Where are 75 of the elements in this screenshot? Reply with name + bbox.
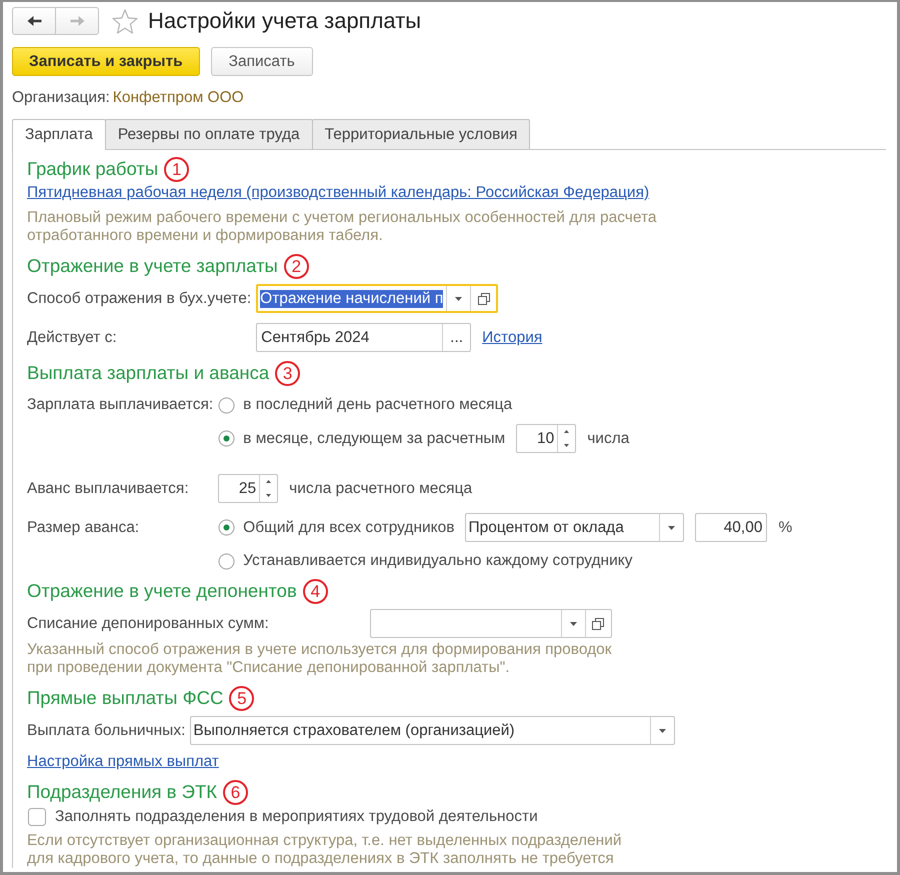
radio-label[interactable]: Общий для всех сотрудников	[243, 518, 454, 536]
radio-button[interactable]	[218, 396, 236, 414]
section-heading: Прямые выплаты ФСС	[27, 686, 224, 710]
field-label: Организация:	[12, 89, 110, 106]
period-field[interactable]: Сентябрь 2024 ...	[256, 323, 472, 352]
arrow-left-icon	[26, 15, 42, 27]
checkbox[interactable]	[28, 808, 46, 826]
link[interactable]: Пятидневная рабочая неделя (производственный календарь: Российская Федерация)	[27, 184, 650, 202]
hint-text: Указанный способ отражения в учете используется для формирования проводок при проведении документа "Списание депонированной зарплаты".	[27, 641, 612, 677]
field-value: 10	[536, 428, 556, 448]
dropdown-field[interactable]: Отражение начислений п	[256, 284, 498, 313]
link[interactable]: Настройка прямых выплат	[27, 753, 219, 771]
dropdown-field[interactable]: Процентом от оклада	[465, 513, 684, 542]
tab[interactable]: Территориальные условия	[312, 119, 530, 149]
overlapping-squares-icon	[478, 292, 490, 304]
dropdown-field[interactable]: Выполняется страхователем (организацией)	[190, 716, 676, 745]
radio-button[interactable]	[218, 430, 236, 447]
unit-label: %	[778, 518, 792, 536]
caret-up-icon	[564, 430, 570, 434]
hint-text: Если отсутствует организационная структура, т.е. нет выделенных подразделений для кадрового учета, то данные о подразделениях в ЭТК заполнять не требуется	[27, 832, 622, 868]
number-field[interactable]: 25	[218, 474, 278, 503]
field-value: 25	[238, 478, 258, 498]
checkbox-label[interactable]: Заполнять подразделения в мероприятиях трудовой деятельности	[55, 808, 538, 826]
caret-down-icon	[570, 622, 577, 626]
save-button[interactable]: Записать	[210, 47, 313, 76]
arrow-right-icon	[70, 15, 84, 27]
field-value: Выполняется страхователем (организацией)	[193, 722, 515, 740]
caret-down-icon	[455, 296, 462, 300]
number-marker: 4	[302, 578, 328, 604]
organization-name: Конфетпром ООО	[112, 89, 244, 106]
link[interactable]: История	[482, 328, 542, 346]
section-heading: Отражение в учете депонентов	[27, 579, 297, 603]
number-field[interactable]: 40,00	[695, 513, 768, 542]
number-marker: 6	[223, 780, 248, 804]
number-marker: 5	[229, 686, 254, 710]
choice-button[interactable]: ...	[442, 324, 470, 351]
section-heading: Отражение в учете зарплаты	[27, 254, 278, 278]
star-icon[interactable]	[112, 8, 138, 34]
hint-text: Плановый режим рабочего времени с учетом региональных особенностей для расчета отработанного времени и формирования табеля.	[27, 209, 657, 245]
dropdown-field[interactable]	[370, 609, 612, 638]
field-label: Выплата больничных:	[27, 722, 186, 740]
caret-down-icon	[668, 526, 676, 530]
field-label: Зарплата выплачивается:	[27, 396, 214, 414]
number-marker: 2	[284, 254, 309, 278]
overlapping-squares-icon	[592, 618, 604, 630]
back-button[interactable]	[12, 7, 56, 35]
number-marker: 1	[164, 156, 190, 182]
field-label: Размер аванса:	[27, 518, 140, 536]
field-value: Отражение начислений п	[260, 290, 444, 308]
field-label: Списание депонированных сумм:	[27, 614, 270, 632]
window-title: Настройки учета зарплаты	[148, 7, 422, 35]
number-field[interactable]: 10	[516, 424, 576, 453]
field-value: Процентом от оклада	[468, 518, 624, 536]
tab[interactable]: Зарплата	[12, 119, 106, 150]
field-label: Аванс выплачивается:	[27, 480, 190, 498]
radio-label[interactable]: Устанавливается индивидуально каждому сотруднику	[243, 552, 632, 570]
field-label: Способ отражения в бух.учете:	[27, 290, 252, 308]
field-label: Действует с:	[27, 328, 118, 346]
unit-label: числа расчетного месяца	[289, 480, 472, 498]
section-heading: График работы	[27, 157, 158, 181]
number-marker: 3	[275, 360, 300, 386]
radio-button[interactable]	[218, 552, 236, 570]
radio-label[interactable]: в последний день расчетного месяца	[243, 396, 512, 414]
caret-up-icon	[266, 480, 272, 484]
caret-down-icon	[659, 728, 666, 732]
tab[interactable]: Резервы по оплате труда	[104, 119, 313, 149]
radio-button[interactable]	[218, 519, 236, 536]
radio-label[interactable]: в месяце, следующем за расчетным	[243, 430, 506, 448]
caret-down-icon	[266, 494, 272, 497]
section-heading: Выплата зарплаты и аванса	[27, 361, 270, 385]
save-and-close-button[interactable]: Записать и закрыть	[12, 47, 200, 76]
section-heading: Подразделения в ЭТК	[27, 780, 218, 804]
unit-label: числа	[587, 430, 630, 448]
caret-down-icon	[564, 444, 570, 447]
field-value: Сентябрь 2024	[260, 328, 370, 348]
